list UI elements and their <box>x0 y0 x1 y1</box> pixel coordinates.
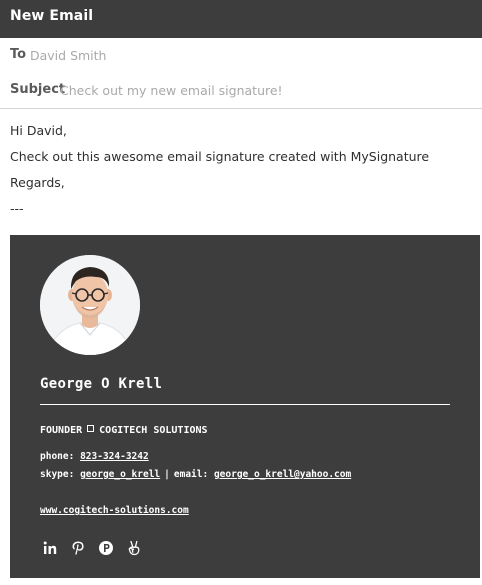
website-row: www.cogitech-solutions.com <box>40 505 189 516</box>
signature-divider <box>40 404 450 405</box>
phone-row: phone: 823-324-3242 <box>40 451 149 462</box>
body-line-message: Check out this awesome email signature c… <box>10 149 430 164</box>
window-title: New Email <box>10 8 94 24</box>
to-label: To <box>10 47 27 62</box>
avatar <box>40 255 140 355</box>
skype-link[interactable]: george_o_krell <box>80 469 160 480</box>
signature-role: FOUNDER COGITECH SOLUTIONS <box>40 425 208 436</box>
job-title: FOUNDER <box>40 425 83 436</box>
message-body[interactable]: Hi David, Check out this awesome email s… <box>10 122 429 226</box>
contact-separator: | <box>164 469 170 480</box>
angellist-icon[interactable] <box>124 538 144 558</box>
to-field[interactable]: To David Smith <box>0 38 482 74</box>
email-link[interactable]: george_o_krell@yahoo.com <box>214 469 351 480</box>
phone-link[interactable]: 823-324-3242 <box>80 451 149 462</box>
skype-email-row: skype: george_o_krell | email: george_o_kr… <box>40 469 351 480</box>
avatar-photo <box>40 255 140 355</box>
square-separator-icon <box>87 425 95 432</box>
signature-name: George O Krell <box>40 376 163 392</box>
skype-label: skype: <box>40 469 75 480</box>
subject-input[interactable]: Check out my new email signature! <box>60 83 283 98</box>
window-titlebar: New Email <box>0 0 482 38</box>
email-signature: George O Krell FOUNDER COGITECH SOLUTIONS… <box>10 235 480 578</box>
body-line-separator: --- <box>10 201 24 216</box>
body-line-greeting: Hi David, <box>10 123 67 138</box>
subject-field[interactable]: Subject Check out my new email signature… <box>0 73 482 109</box>
subject-label: Subject <box>10 82 66 97</box>
body-line-regards: Regards, <box>10 175 65 190</box>
pinterest-icon[interactable] <box>68 538 88 558</box>
to-input[interactable]: David Smith <box>30 48 106 63</box>
linkedin-icon[interactable] <box>40 538 60 558</box>
email-label: email: <box>173 469 209 480</box>
company-name: COGITECH SOLUTIONS <box>99 425 208 436</box>
website-link[interactable]: www.cogitech-solutions.com <box>40 505 189 516</box>
producthunt-icon[interactable] <box>96 538 116 558</box>
phone-label: phone: <box>40 451 75 462</box>
